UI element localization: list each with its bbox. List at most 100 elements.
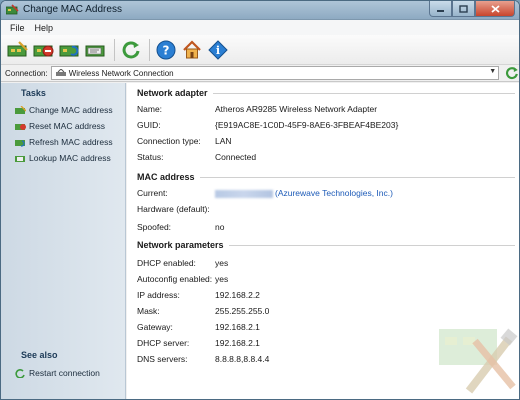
field-key: Status: (137, 152, 164, 162)
reset-mac-icon (15, 123, 26, 130)
toolbar-change-mac-button[interactable] (6, 38, 30, 62)
section-title: Network adapter (137, 88, 208, 98)
field-key: Spoofed: (137, 222, 172, 232)
maximize-button[interactable] (452, 1, 475, 17)
field-value: 192.168.2.1 (215, 338, 260, 348)
toolbar-separator (114, 38, 115, 61)
gateway-row: Gateway: 192.168.2.1 (137, 322, 260, 332)
field-value: (Azurewave Technologies, Inc.) (215, 188, 393, 198)
task-change-mac[interactable]: Change MAC address (1, 102, 125, 118)
toolbar-separator (149, 38, 150, 61)
minimize-button[interactable] (429, 1, 452, 17)
spoofed-row: Spoofed: no (137, 222, 224, 232)
close-icon (490, 4, 500, 13)
adapter-name-row: Name: Atheros AR9285 Wireless Network Ada… (137, 104, 377, 114)
toolbar-lookup-mac-button[interactable] (84, 38, 108, 62)
field-key: IP address: (137, 290, 180, 300)
field-key: Autoconfig enabled: (137, 274, 213, 284)
title-bar[interactable]: Change MAC Address (1, 1, 519, 20)
mac-address-heading: MAC address (137, 172, 515, 182)
watermark-tools-icon (439, 328, 518, 394)
field-key: GUID: (137, 120, 161, 130)
autoconfig-row: Autoconfig enabled: yes (137, 274, 228, 284)
svg-text:i: i (216, 44, 220, 57)
app-window: Change MAC Address File Help ? i Connect… (0, 0, 520, 400)
app-icon (6, 4, 19, 15)
field-value: 192.168.2.2 (215, 290, 260, 300)
field-value: no (215, 222, 225, 232)
toolbar-refresh-mac-button[interactable] (58, 38, 82, 62)
help-icon: ? (156, 40, 176, 59)
window-title: Change MAC Address (23, 4, 122, 15)
mask-row: Mask: 255.255.255.0 (137, 306, 269, 316)
field-key: DHCP enabled: (137, 258, 196, 268)
field-key: Hardware (default): (137, 204, 210, 214)
current-mac-row: Current: (Azurewave Technologies, Inc.) (137, 188, 393, 198)
see-also-heading: See also (21, 350, 58, 360)
see-also-section: See also Restart connection (1, 350, 126, 381)
info-icon: i (208, 39, 228, 60)
field-key: Connection type: (137, 136, 201, 146)
close-button[interactable] (475, 1, 515, 17)
tasks-heading: Tasks (21, 88, 46, 98)
redacted-mac-value (215, 189, 273, 198)
refresh-mac-icon (15, 139, 25, 147)
menu-bar: File Help (1, 20, 519, 35)
content-area: Tasks Change MAC address Reset MAC addre… (1, 83, 519, 399)
field-value: LAN (215, 136, 232, 146)
menu-help[interactable]: Help (30, 23, 59, 33)
dhcp-server-row: DHCP server: 192.168.2.1 (137, 338, 260, 348)
toolbar-about-button[interactable]: i (206, 38, 230, 62)
connection-type-row: Connection type: LAN (137, 136, 232, 146)
section-divider (212, 92, 515, 94)
field-key: Current: (137, 188, 168, 198)
menu-file[interactable]: File (5, 23, 30, 33)
see-also-label: Restart connection (29, 368, 100, 378)
chevron-down-icon: ▼ (489, 68, 497, 75)
toolbar: ? i (1, 35, 519, 65)
dhcp-enabled-row: DHCP enabled: yes (137, 258, 228, 268)
toolbar-restart-button[interactable] (119, 38, 143, 62)
vendor-link[interactable]: (Azurewave Technologies, Inc.) (275, 188, 393, 198)
see-also-restart-connection[interactable]: Restart connection (1, 365, 126, 381)
task-refresh-mac[interactable]: Refresh MAC address (1, 134, 125, 150)
details-panel: Network adapter Name: Atheros AR9285 Wire… (127, 83, 519, 399)
network-parameters-heading: Network parameters (137, 240, 515, 250)
field-key: Gateway: (137, 322, 173, 332)
lookup-mac-icon (85, 45, 105, 56)
task-label: Change MAC address (29, 105, 113, 115)
field-value: 192.168.2.1 (215, 322, 260, 332)
field-key: DNS servers: (137, 354, 188, 364)
field-value: Connected (215, 152, 257, 162)
field-key: Name: (137, 104, 163, 114)
connection-value: Wireless Network Connection (68, 68, 174, 78)
section-divider (199, 176, 515, 178)
maximize-icon (459, 4, 468, 13)
toolbar-home-button[interactable] (180, 38, 204, 62)
network-adapter-heading: Network adapter (137, 88, 515, 98)
refresh-connection-icon[interactable] (505, 66, 519, 80)
task-reset-mac[interactable]: Reset MAC address (1, 118, 125, 134)
toolbar-help-button[interactable]: ? (154, 38, 178, 62)
wireless-network-icon (55, 69, 66, 76)
task-lookup-mac[interactable]: Lookup MAC address (1, 150, 125, 166)
dns-servers-row: DNS servers: 8.8.8.8,8.8.4.4 (137, 354, 269, 364)
task-label: Lookup MAC address (29, 153, 111, 163)
refresh-mac-icon (59, 45, 79, 56)
field-key: Mask: (137, 306, 160, 316)
section-title: MAC address (137, 172, 195, 182)
task-label: Reset MAC address (29, 121, 106, 131)
change-mac-icon (7, 40, 28, 56)
section-divider (228, 244, 515, 246)
hardware-mac-row: Hardware (default): (137, 204, 215, 214)
field-value: 255.255.255.0 (215, 306, 270, 316)
connection-select[interactable]: Wireless Network Connection ▼ (50, 66, 500, 80)
status-row: Status: Connected (137, 152, 256, 162)
restart-connection-icon (15, 368, 25, 378)
field-value: 8.8.8.8,8.8.4.4 (215, 354, 270, 364)
field-value: yes (215, 258, 229, 268)
field-value: yes (215, 274, 229, 284)
minimize-icon (437, 9, 444, 12)
ip-address-row: IP address: 192.168.2.2 (137, 290, 260, 300)
toolbar-reset-mac-button[interactable] (32, 38, 56, 62)
